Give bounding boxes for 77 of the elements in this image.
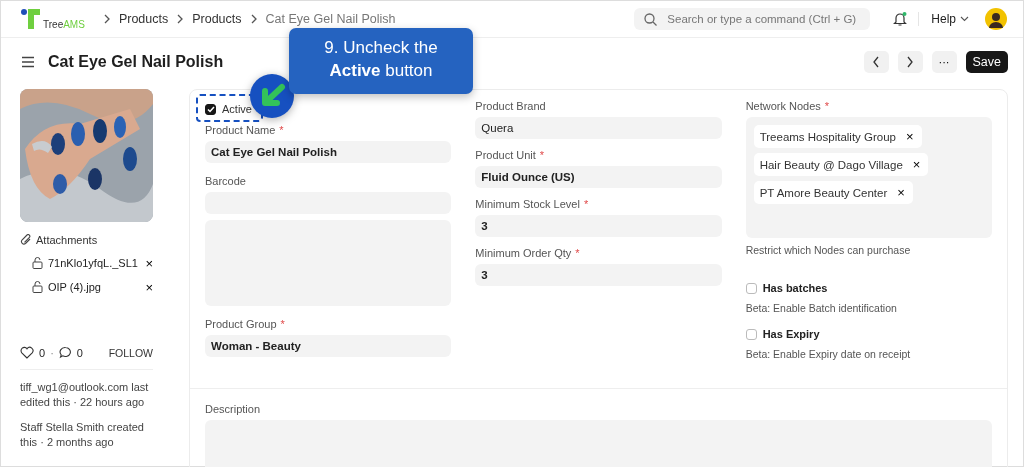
remove-button[interactable]: × [145, 255, 153, 271]
checkbox[interactable] [745, 328, 757, 340]
field-label: Product Group [205, 318, 277, 330]
checkmark-icon [206, 105, 215, 113]
input-field[interactable]: Quera [475, 117, 722, 139]
follow-link[interactable]: FOLLOW [108, 346, 153, 359]
search-field[interactable]: Search or type a command (Ctrl + G) [634, 8, 871, 30]
checkbox[interactable] [745, 282, 757, 294]
field-label: Product Name [205, 124, 276, 136]
tag-label: Treeams Hospitality Group [759, 130, 896, 143]
required-mark: * [279, 124, 284, 136]
breadcrumb-link[interactable]: Cat Eye Gel Nail Polish [265, 12, 396, 26]
chevron-right-icon [906, 56, 914, 68]
remove-button[interactable]: × [912, 157, 921, 172]
remove-button[interactable]: × [145, 279, 153, 295]
logo-text: TreeAMS [43, 20, 85, 30]
callout-text: 9. Uncheck the Active button [289, 28, 473, 94]
remove-button[interactable]: × [897, 185, 905, 200]
field-label: Product Unit [475, 149, 536, 161]
input-field[interactable]: 3 [475, 215, 722, 237]
breadcrumb-link[interactable]: Products [192, 12, 242, 26]
field-label: Description [205, 403, 261, 415]
tag-label: PT Amore Beauty Center [759, 186, 888, 199]
required-mark: * [280, 318, 285, 330]
help-text: Beta: Enable Expiry date on receipt [745, 348, 912, 360]
input-field[interactable]: Cat Eye Gel Nail Polish [205, 141, 452, 163]
field-label: Barcode [205, 175, 246, 187]
next-button[interactable] [897, 51, 923, 73]
comment-count: 0 [76, 346, 83, 359]
comment-icon [58, 346, 72, 359]
heart-icon [20, 346, 34, 359]
avatar[interactable] [985, 8, 1007, 30]
checkbox-label: Has batches [762, 282, 828, 294]
chevron-left-icon [872, 56, 880, 68]
paperclip-icon [20, 234, 32, 246]
breadcrumb-link[interactable]: Products [118, 12, 169, 26]
required-mark: * [583, 198, 589, 210]
bell-icon[interactable] [892, 11, 909, 27]
checkbox-label: Has Expiry [762, 328, 820, 340]
help-text: Beta: Enable Batch identification [745, 302, 898, 314]
separator-dot: · [50, 346, 54, 359]
chevron-right-icon [102, 14, 111, 24]
previous-button[interactable] [863, 51, 889, 73]
attachment-link[interactable]: 71nKlo1yfqL._SL1 [48, 257, 141, 269]
remove-button[interactable]: × [906, 129, 914, 144]
input-field[interactable]: Woman - Beauty [205, 335, 452, 357]
more-button[interactable]: ··· [931, 51, 957, 73]
page-title: Cat Eye Gel Nail Polish [48, 53, 224, 71]
field-label: Product Brand [475, 100, 546, 112]
required-mark: * [539, 149, 545, 161]
required-mark: * [575, 247, 580, 259]
tag-label: Hair Beauty @ Dago Village [759, 158, 903, 171]
input-field[interactable]: 3 [475, 264, 722, 286]
checkbox-label: Active [222, 103, 252, 115]
attachment-link[interactable]: OIP (4).jpg [48, 281, 141, 293]
input-field[interactable]: Fluid Ounce (US) [475, 166, 722, 188]
field-label: Network Nodes [745, 100, 821, 112]
help-menu[interactable]: Help [918, 12, 979, 26]
chevron-right-icon [176, 14, 185, 24]
chevron-right-icon [249, 14, 258, 24]
save-button[interactable]: Save [965, 51, 1008, 73]
field-label: Minimum Order Qty [475, 247, 572, 259]
checkbox[interactable] [205, 103, 216, 115]
like-count: 0 [39, 346, 46, 359]
required-mark: * [824, 100, 830, 112]
activity-text: tiff_wg1@outlook.com last edited this · 22 hours ago [20, 380, 150, 410]
attachments-label: Attachments [36, 234, 98, 246]
logo-icon [21, 8, 41, 30]
help-text: Restrict which Nodes can purchase [745, 244, 912, 256]
lock-icon [32, 257, 43, 269]
field-label: Minimum Stock Level [475, 198, 580, 210]
search-icon [644, 12, 658, 26]
caret-down-icon [960, 16, 969, 22]
multiselect-field[interactable]: Treeams Hospitality Group × Hair Beauty @ Dago Village × PT Amore Beauty Center × [745, 117, 992, 238]
menu-icon[interactable] [21, 56, 35, 68]
lock-icon [32, 281, 43, 293]
activity-text: Staff Stella Smith created this · 2 months ago [20, 420, 145, 450]
